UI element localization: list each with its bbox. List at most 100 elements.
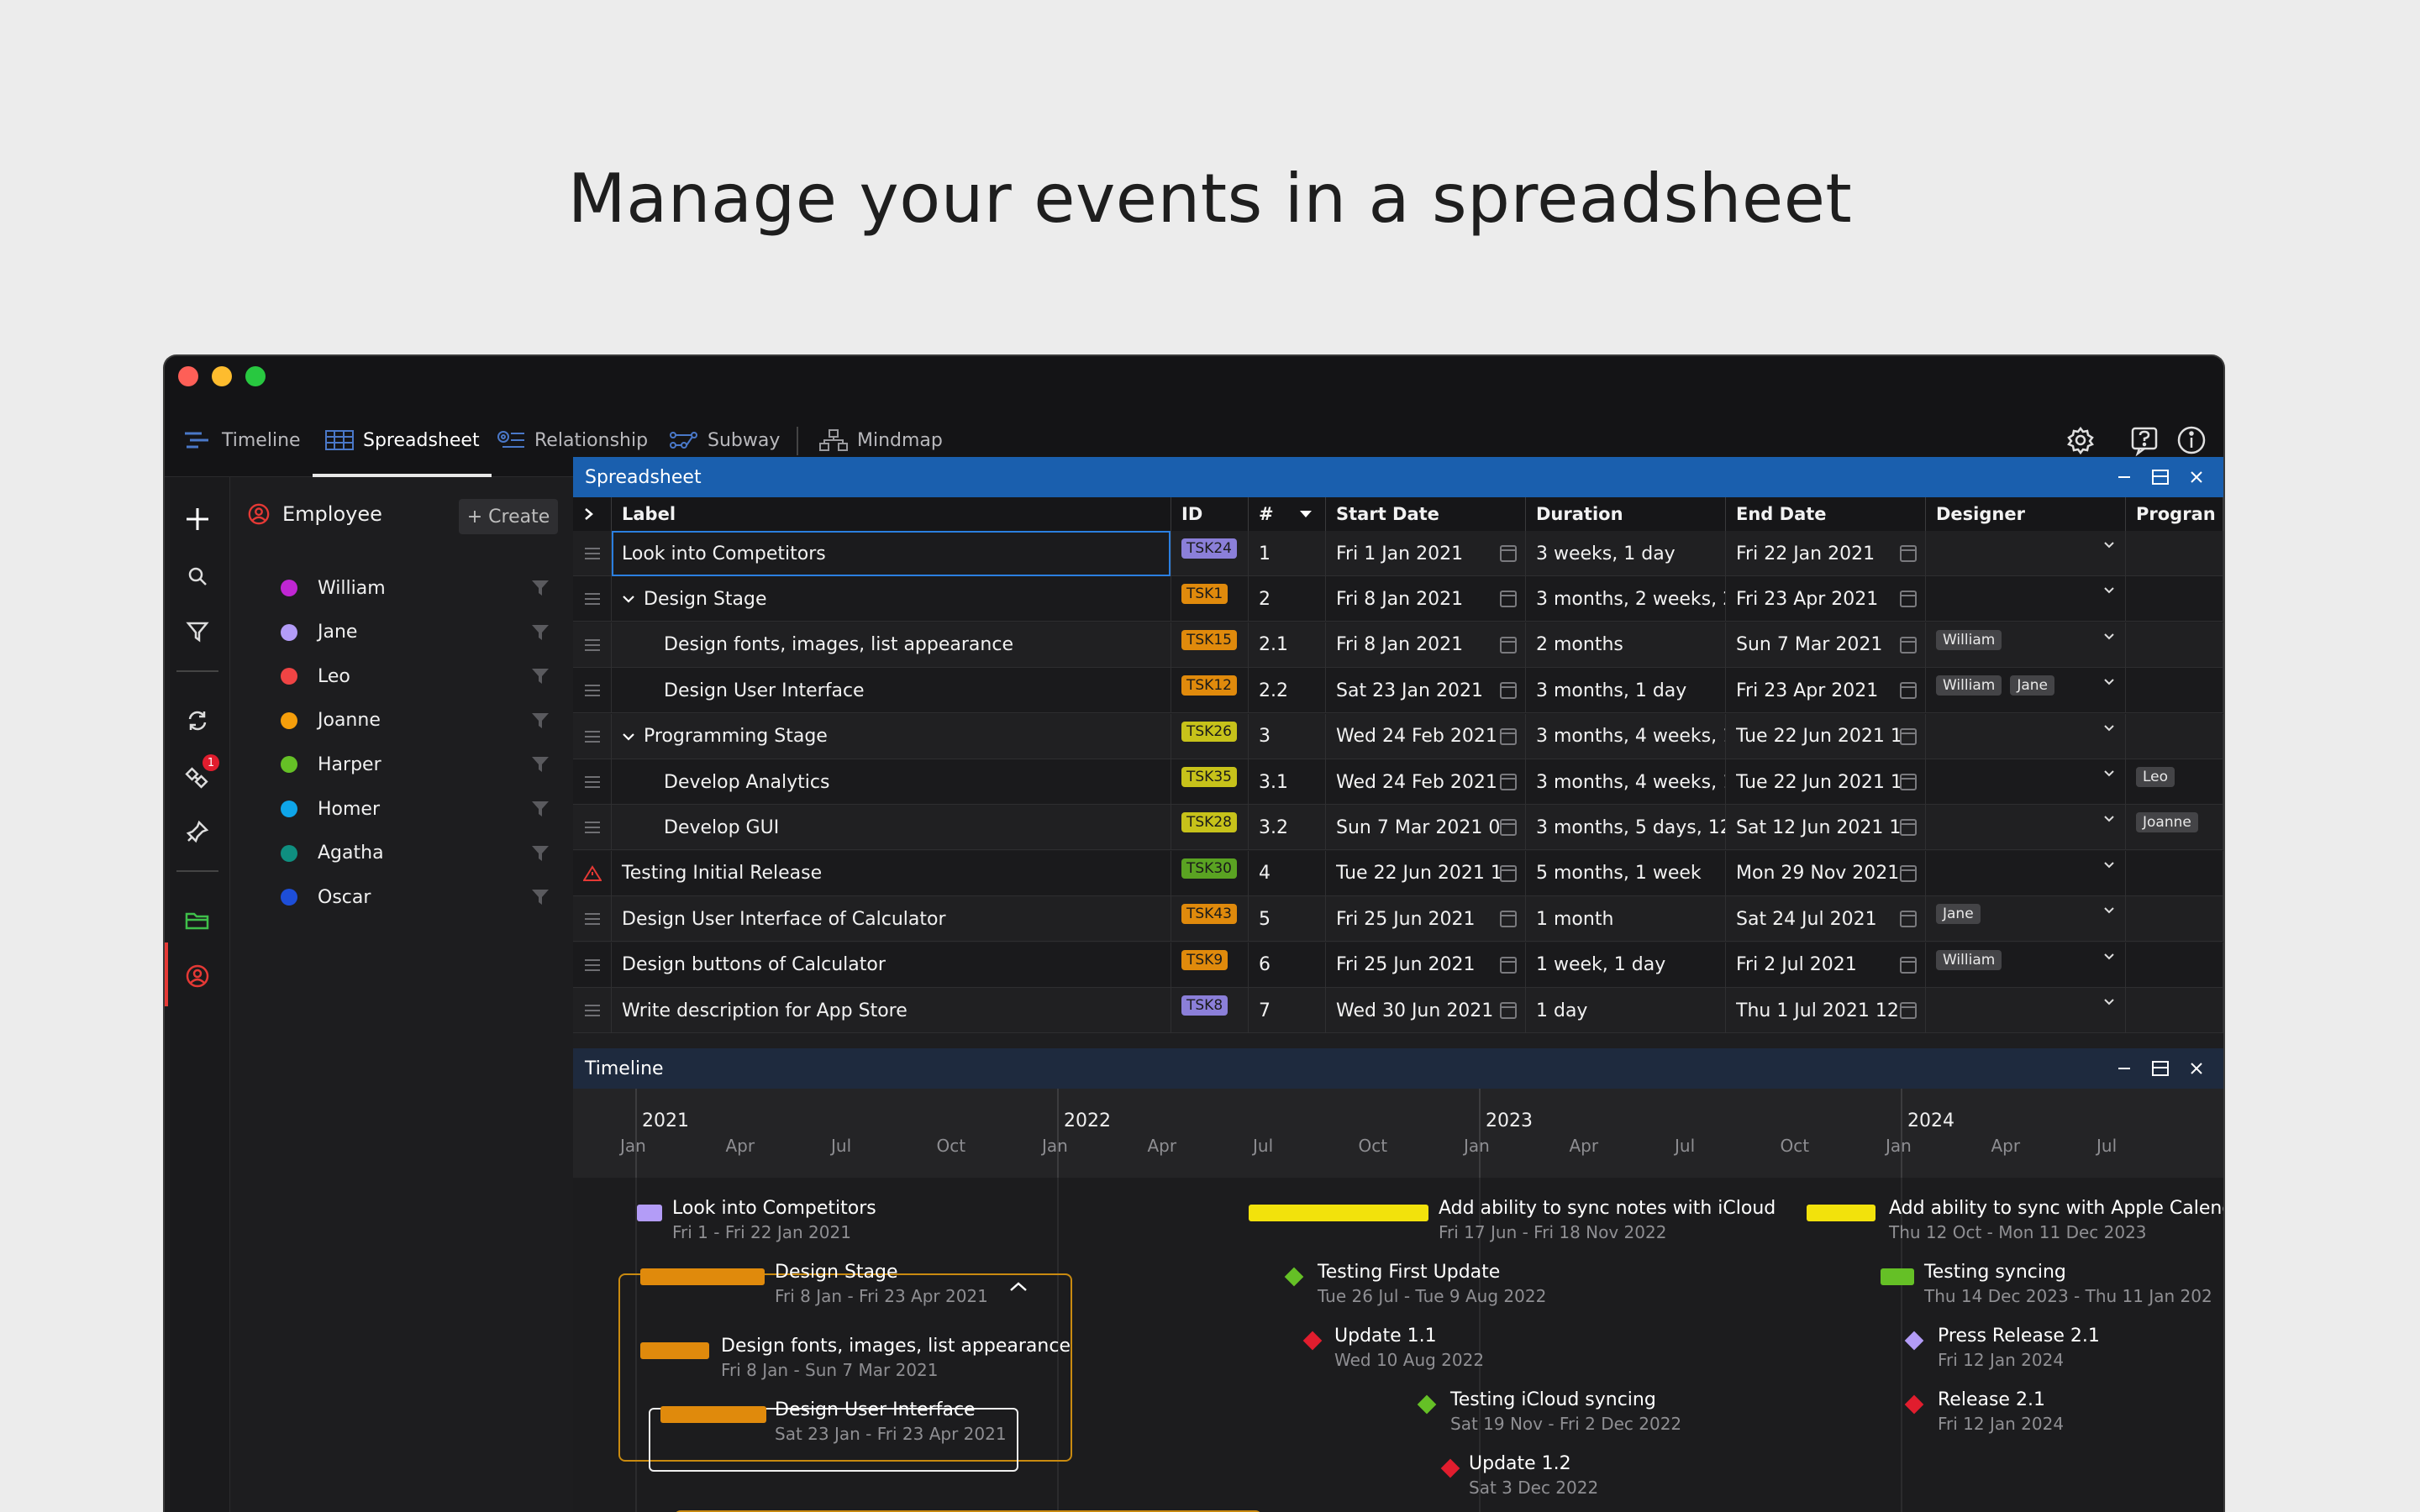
column-header-end-date[interactable]: End Date xyxy=(1726,497,1926,531)
designer-cell[interactable]: William Jane xyxy=(1926,668,2126,714)
duration-cell[interactable]: 3 months, 4 weeks, 1 xyxy=(1526,713,1726,759)
event-label[interactable]: Testing syncing Thu 14 Dec 2023 - Thu 11 … xyxy=(1924,1262,2212,1306)
event-label[interactable]: Design Stage Fri 8 Jan - Fri 23 Apr 2021 xyxy=(775,1262,988,1306)
programmer-cell[interactable] xyxy=(2126,988,2223,1033)
label-cell[interactable]: Write description for App Store xyxy=(612,988,1171,1033)
calendar-icon[interactable] xyxy=(1900,774,1917,790)
calendar-icon[interactable] xyxy=(1900,636,1917,654)
calendar-icon[interactable] xyxy=(1500,956,1517,974)
start-date-cell[interactable]: Wed 24 Feb 2021 1 xyxy=(1326,759,1526,805)
designer-cell[interactable] xyxy=(1926,531,2126,576)
designer-cell[interactable]: Jane xyxy=(1926,896,2126,942)
row-handle[interactable] xyxy=(573,759,612,805)
calendar-icon[interactable] xyxy=(1900,911,1917,928)
column-header-label[interactable]: Label xyxy=(612,497,1171,531)
row-handle[interactable] xyxy=(573,713,612,759)
milestone-diamond[interactable] xyxy=(1417,1394,1437,1415)
event-label[interactable]: Design fonts, images, list appearance Fri… xyxy=(721,1336,1071,1380)
filter-button[interactable] xyxy=(181,615,214,648)
filter-icon[interactable] xyxy=(529,665,551,687)
table-row[interactable]: Develop Analytics TSK35 3.1 Wed 24 Feb 2021… xyxy=(573,759,2223,805)
filter-icon[interactable] xyxy=(529,622,551,643)
create-employee-button[interactable]: + Create xyxy=(459,499,558,534)
table-row[interactable]: Design buttons of Calculator TSK9 6 Fri 25 … xyxy=(573,942,2223,988)
programmer-cell[interactable]: Leo xyxy=(2126,759,2223,805)
calendar-icon[interactable] xyxy=(1500,1002,1517,1019)
calendar-icon[interactable] xyxy=(1500,682,1517,700)
filter-icon[interactable] xyxy=(529,886,551,908)
chevron-down-icon[interactable] xyxy=(2103,678,2115,686)
filter-icon[interactable] xyxy=(529,843,551,864)
designer-cell[interactable] xyxy=(1926,850,2126,896)
employee-item[interactable]: Oscar xyxy=(281,880,371,914)
table-row[interactable]: Design User Interface TSK12 2.2 Sat 23 Jan … xyxy=(573,668,2223,714)
chevron-down-icon[interactable] xyxy=(2103,815,2115,823)
event-bar[interactable] xyxy=(640,1268,765,1285)
start-date-cell[interactable]: Sat 23 Jan 2021 xyxy=(1326,668,1526,714)
end-date-cell[interactable]: Mon 29 Nov 2021 1 xyxy=(1726,850,1926,896)
filter-icon[interactable] xyxy=(529,577,551,599)
calendar-icon[interactable] xyxy=(1900,545,1917,562)
designer-cell[interactable]: William xyxy=(1926,942,2126,988)
row-handle[interactable] xyxy=(573,896,612,942)
programmer-cell[interactable] xyxy=(2126,942,2223,988)
designer-cell[interactable] xyxy=(1926,713,2126,759)
calendar-icon[interactable] xyxy=(1500,545,1517,562)
table-row[interactable]: Design User Interface of Calculator TSK43… xyxy=(573,896,2223,942)
calendar-icon[interactable] xyxy=(1500,911,1517,928)
calendar-icon[interactable] xyxy=(1500,591,1517,608)
designer-cell[interactable]: William xyxy=(1926,622,2126,668)
help-icon[interactable] xyxy=(2128,423,2161,457)
table-row[interactable]: Write description for App Store TSK8 7 Wed … xyxy=(573,988,2223,1033)
duration-cell[interactable]: 1 week, 1 day xyxy=(1526,942,1726,988)
start-date-cell[interactable]: Fri 8 Jan 2021 xyxy=(1326,622,1526,668)
milestone-diamond[interactable] xyxy=(1284,1267,1304,1287)
maximize-icon[interactable] xyxy=(2151,469,2170,486)
start-date-cell[interactable]: Fri 25 Jun 2021 xyxy=(1326,896,1526,942)
column-header-duration[interactable]: Duration xyxy=(1526,497,1726,531)
chevron-down-icon[interactable] xyxy=(622,594,635,604)
close-icon[interactable] xyxy=(2188,1060,2205,1077)
chevron-down-icon[interactable] xyxy=(2103,861,2115,869)
duration-cell[interactable]: 3 months, 1 day xyxy=(1526,668,1726,714)
timeline-canvas[interactable]: Look into Competitors Fri 1 - Fri 22 Jan … xyxy=(573,1178,2223,1512)
end-date-cell[interactable]: Sat 12 Jun 2021 12 xyxy=(1726,805,1926,851)
employee-item[interactable]: Joanne xyxy=(281,704,381,738)
duration-cell[interactable]: 1 month xyxy=(1526,896,1726,942)
designer-cell[interactable] xyxy=(1926,576,2126,622)
duration-cell[interactable]: 2 months xyxy=(1526,622,1726,668)
start-date-cell[interactable]: Sun 7 Mar 2021 0:0 xyxy=(1326,805,1526,851)
start-date-cell[interactable]: Wed 30 Jun 2021 1 xyxy=(1326,988,1526,1033)
row-handle[interactable] xyxy=(573,850,612,896)
tab-timeline[interactable]: Timeline xyxy=(183,403,301,477)
gear-icon[interactable] xyxy=(2064,423,2097,457)
row-handle[interactable] xyxy=(573,942,612,988)
calendar-icon[interactable] xyxy=(1500,819,1517,837)
programmer-cell[interactable] xyxy=(2126,850,2223,896)
label-cell[interactable]: Look into Competitors xyxy=(612,531,1171,576)
calendar-icon[interactable] xyxy=(1900,727,1917,745)
milestone-diamond[interactable] xyxy=(1302,1331,1323,1351)
employee-item[interactable]: Homer xyxy=(281,792,380,826)
column-header-designer[interactable]: Designer xyxy=(1926,497,2126,531)
event-label[interactable]: Testing First Update Tue 26 Jul - Tue 9 A… xyxy=(1318,1262,1546,1306)
filter-icon[interactable] xyxy=(529,753,551,775)
calendar-icon[interactable] xyxy=(1900,956,1917,974)
tab-spreadsheet[interactable]: Spreadsheet xyxy=(313,403,492,477)
designer-cell[interactable] xyxy=(1926,805,2126,851)
table-row[interactable]: Design fonts, images, list appearance TSK… xyxy=(573,622,2223,668)
event-bar[interactable] xyxy=(1881,1268,1914,1285)
expand-all-button[interactable] xyxy=(573,497,612,531)
end-date-cell[interactable]: Thu 1 Jul 2021 12:0 xyxy=(1726,988,1926,1033)
filter-icon[interactable] xyxy=(529,798,551,820)
milestone-diamond[interactable] xyxy=(1904,1394,1924,1415)
programmer-cell[interactable] xyxy=(2126,896,2223,942)
label-cell[interactable]: Testing Initial Release xyxy=(612,850,1171,896)
event-label[interactable]: Look into Competitors Fri 1 - Fri 22 Jan … xyxy=(672,1198,876,1242)
employee-button[interactable] xyxy=(181,959,214,993)
label-cell[interactable]: Design User Interface of Calculator xyxy=(612,896,1171,942)
close-window-button[interactable] xyxy=(178,366,198,386)
chevron-down-icon[interactable] xyxy=(2103,953,2115,961)
column-header-programmer[interactable]: Progran xyxy=(2126,497,2223,531)
programmer-cell[interactable] xyxy=(2126,576,2223,622)
